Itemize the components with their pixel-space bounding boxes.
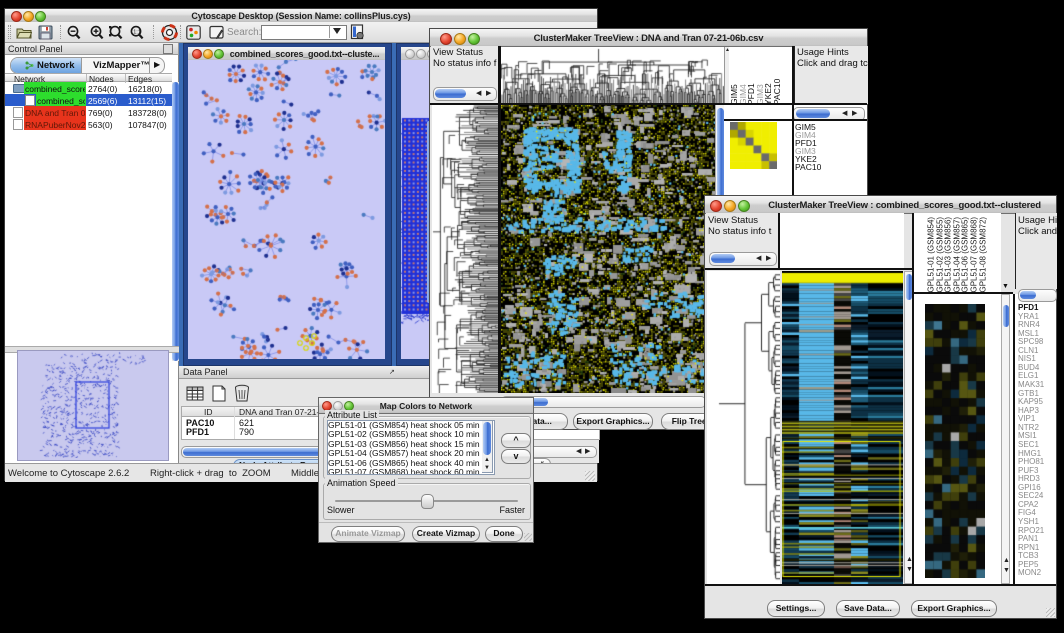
- svg-text:1:1: 1:1: [133, 29, 141, 35]
